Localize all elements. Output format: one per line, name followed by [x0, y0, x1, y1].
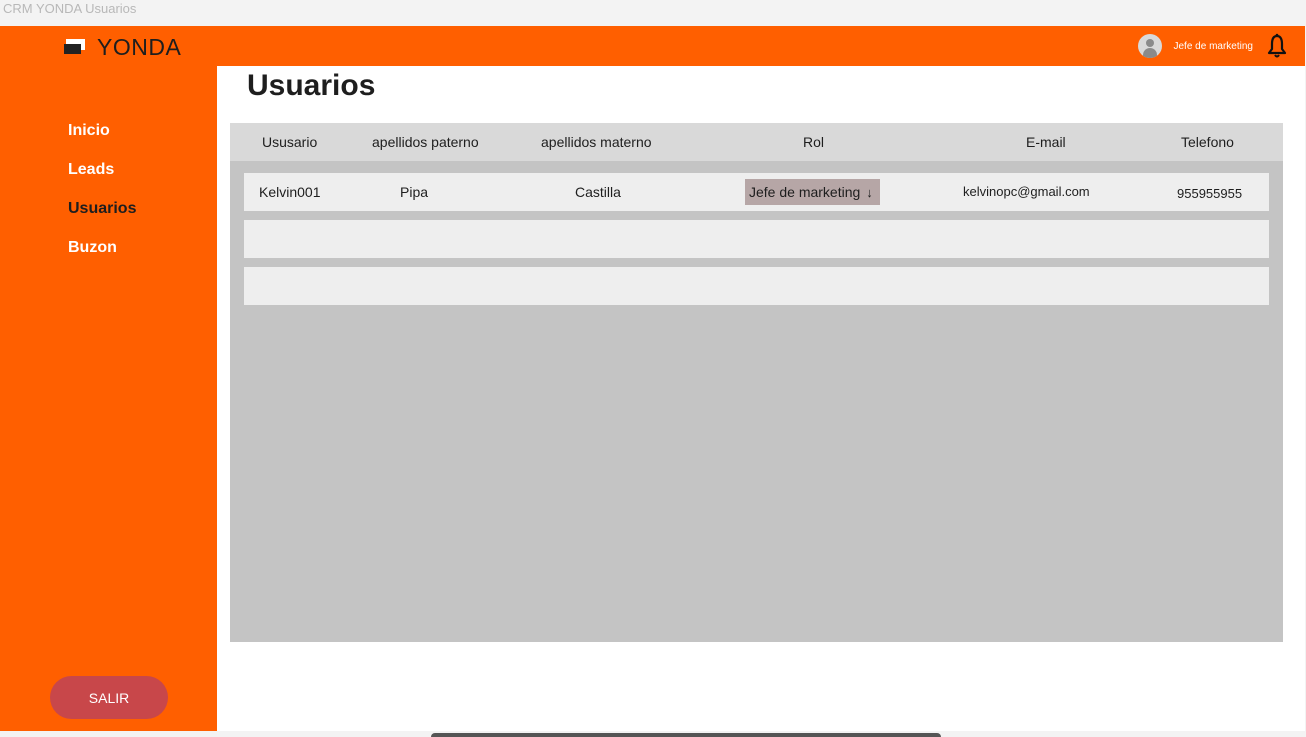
column-header-usuario[interactable]: Ususario — [262, 134, 317, 150]
sidebar-item-inicio[interactable]: Inicio — [68, 122, 136, 161]
logout-button[interactable]: SALIR — [50, 676, 168, 719]
table-row[interactable]: Kelvin001 Pipa Castilla Jefe de marketin… — [244, 173, 1269, 211]
table-row-empty[interactable] — [244, 220, 1269, 258]
sidebar-nav: Inicio Leads Usuarios Buzon — [68, 122, 136, 278]
user-menu[interactable]: Jefe de marketing — [1137, 33, 1288, 59]
arrow-down-icon: ↓ — [866, 184, 873, 200]
window-title: CRM YONDA Usuarios — [3, 1, 137, 16]
sidebar-item-buzon[interactable]: Buzon — [68, 239, 136, 278]
role-dropdown[interactable]: Jefe de marketing ↓ — [745, 179, 880, 205]
column-header-apellido-materno[interactable]: apellidos materno — [541, 134, 652, 150]
yonda-logo-icon — [64, 38, 85, 56]
sidebar: Inicio Leads Usuarios Buzon SALIR — [0, 66, 217, 731]
main-content: Usuarios Ususario apellidos paterno apel… — [217, 66, 1305, 731]
column-header-apellido-paterno[interactable]: apellidos paterno — [372, 134, 479, 150]
user-avatar-icon[interactable] — [1137, 34, 1162, 58]
top-bar: YONDA Jefe de marketing — [0, 26, 1305, 66]
users-table: Ususario apellidos paterno apellidos mat… — [230, 123, 1283, 642]
cell-email: kelvinopc@gmail.com — [963, 184, 1090, 199]
cell-apellido-paterno: Pipa — [400, 184, 429, 200]
table-row-empty[interactable] — [244, 267, 1269, 305]
sidebar-item-usuarios[interactable]: Usuarios — [68, 200, 136, 239]
cell-telefono: 955955955 — [1177, 186, 1243, 201]
bottom-scrollbar[interactable] — [431, 733, 941, 737]
table-header: Ususario apellidos paterno apellidos mat… — [230, 123, 1283, 161]
role-dropdown-value: Jefe de marketing — [749, 184, 861, 200]
cell-apellido-materno: Castilla — [575, 184, 621, 200]
bell-icon[interactable] — [1267, 33, 1287, 59]
page-title: Usuarios — [247, 69, 376, 102]
cell-usuario: Kelvin001 — [259, 184, 321, 200]
brand-logo[interactable]: YONDA — [64, 35, 181, 59]
brand-name: YONDA — [97, 34, 182, 60]
column-header-telefono[interactable]: Telefono — [1181, 134, 1234, 150]
column-header-rol[interactable]: Rol — [803, 134, 824, 150]
sidebar-item-leads[interactable]: Leads — [68, 161, 136, 200]
user-role-label: Jefe de marketing — [1173, 40, 1254, 52]
column-header-email[interactable]: E-mail — [1026, 134, 1066, 150]
